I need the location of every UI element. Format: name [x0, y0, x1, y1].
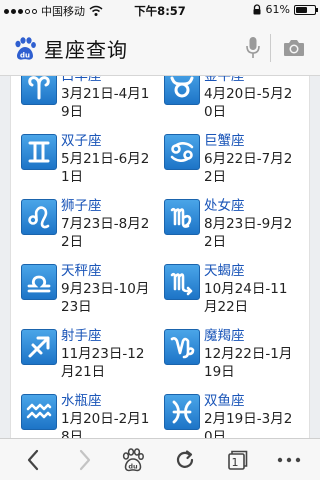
- zodiac-item-cancer[interactable]: 巨蟹座 6月22日-7月22日: [164, 132, 300, 186]
- aquarius-icon: [21, 394, 57, 430]
- sign-name: 白羊座: [61, 76, 102, 84]
- status-bar: 中国移动 下午8:57 61%: [0, 0, 320, 20]
- pisces-icon: [164, 394, 200, 430]
- zodiac-item-capricorn[interactable]: 魔羯座 12月22日-1月19日: [164, 327, 300, 381]
- rotation-lock-icon: [253, 4, 261, 15]
- taurus-icon: [164, 76, 200, 105]
- sign-date-range: 7月23日-8月22日: [61, 216, 150, 250]
- sign-name: 双子座: [61, 133, 102, 149]
- forward-button[interactable]: [72, 447, 98, 473]
- sign-name: 射手座: [61, 328, 102, 344]
- sign-date-range: 9月23日-10月23日: [61, 281, 150, 315]
- zodiac-item-scorpio[interactable]: 天蝎座 10月24日-11月22日: [164, 262, 300, 316]
- sign-name: 水瓶座: [61, 393, 102, 409]
- sign-date-range: 1月20日-2月18日: [61, 411, 150, 438]
- battery-icon: [294, 4, 318, 15]
- tab-count: 1: [231, 456, 239, 469]
- zodiac-item-libra[interactable]: 天秤座 9月23日-10月23日: [21, 262, 157, 316]
- search-query-text[interactable]: 星座查询: [44, 34, 128, 63]
- search-header: du 星座查询: [0, 20, 320, 76]
- header-divider: [270, 34, 271, 62]
- sign-name: 金牛座: [204, 76, 245, 84]
- leo-icon: [21, 199, 57, 235]
- baidu-paw-logo-icon[interactable]: du: [14, 37, 36, 61]
- refresh-icon: [176, 450, 194, 468]
- sign-name: 天秤座: [61, 263, 102, 279]
- sign-date-range: 5月21日-6月21日: [61, 151, 150, 185]
- zodiac-item-gemini[interactable]: 双子座 5月21日-6月21日: [21, 132, 157, 186]
- scorpio-icon: [164, 264, 200, 300]
- chevron-left-icon: [27, 449, 39, 471]
- sign-date-range: 4月20日-5月20日: [204, 86, 293, 120]
- camera-icon[interactable]: [283, 38, 305, 57]
- virgo-icon: [164, 199, 200, 235]
- aries-icon: [21, 76, 57, 105]
- home-button[interactable]: du: [120, 447, 146, 473]
- status-right: 61%: [252, 3, 318, 16]
- zodiac-item-sagittarius[interactable]: 射手座 11月23日-12月21日: [21, 327, 157, 381]
- capricorn-icon: [164, 329, 200, 365]
- sign-date-range: 8月23日-9月22日: [204, 216, 293, 250]
- zodiac-item-aries[interactable]: 白羊座 3月21日-4月19日: [21, 76, 157, 121]
- sign-name: 处女座: [204, 198, 245, 214]
- baidu-paw-icon: du: [122, 448, 144, 472]
- zodiac-item-aquarius[interactable]: 水瓶座 1月20日-2月18日: [21, 392, 157, 438]
- cancer-icon: [164, 134, 200, 170]
- zodiac-item-taurus[interactable]: 金牛座 4月20日-5月20日: [164, 76, 300, 121]
- sign-name: 狮子座: [61, 198, 102, 214]
- sign-date-range: 11月23日-12月21日: [61, 346, 145, 380]
- result-content[interactable]: 白羊座 3月21日-4月19日 金牛座 4月20日-5月20日 双子座 5月21…: [0, 76, 320, 438]
- sagittarius-icon: [21, 329, 57, 365]
- more-menu-button[interactable]: [274, 447, 304, 473]
- zodiac-item-virgo[interactable]: 处女座 8月23日-9月22日: [164, 197, 300, 251]
- battery-percent: 61%: [265, 3, 290, 16]
- sign-name: 魔羯座: [204, 328, 245, 344]
- sign-date-range: 10月24日-11月22日: [204, 281, 288, 315]
- sign-date-range: 12月22日-1月19日: [204, 346, 293, 380]
- sign-date-range: 6月22日-7月22日: [204, 151, 293, 185]
- gemini-icon: [21, 134, 57, 170]
- browser-toolbar: du 1: [0, 438, 320, 480]
- more-dots-icon: [277, 457, 301, 463]
- chevron-right-icon: [79, 449, 91, 471]
- back-button[interactable]: [20, 447, 46, 473]
- zodiac-item-pisces[interactable]: 双鱼座 2月19日-3月20日: [164, 392, 300, 438]
- sign-name: 巨蟹座: [204, 133, 245, 149]
- refresh-button[interactable]: [172, 447, 198, 473]
- libra-icon: [21, 264, 57, 300]
- svg-text:du: du: [20, 52, 30, 60]
- microphone-icon[interactable]: [245, 36, 261, 60]
- zodiac-card: 白羊座 3月21日-4月19日 金牛座 4月20日-5月20日 双子座 5月21…: [10, 76, 310, 438]
- sign-name: 天蝎座: [204, 263, 245, 279]
- sign-date-range: 2月19日-3月20日: [204, 411, 293, 438]
- sign-name: 双鱼座: [204, 393, 245, 409]
- tabs-button[interactable]: 1: [224, 447, 250, 473]
- svg-text:du: du: [128, 463, 138, 471]
- zodiac-item-leo[interactable]: 狮子座 7月23日-8月22日: [21, 197, 157, 251]
- sign-date-range: 3月21日-4月19日: [61, 86, 150, 120]
